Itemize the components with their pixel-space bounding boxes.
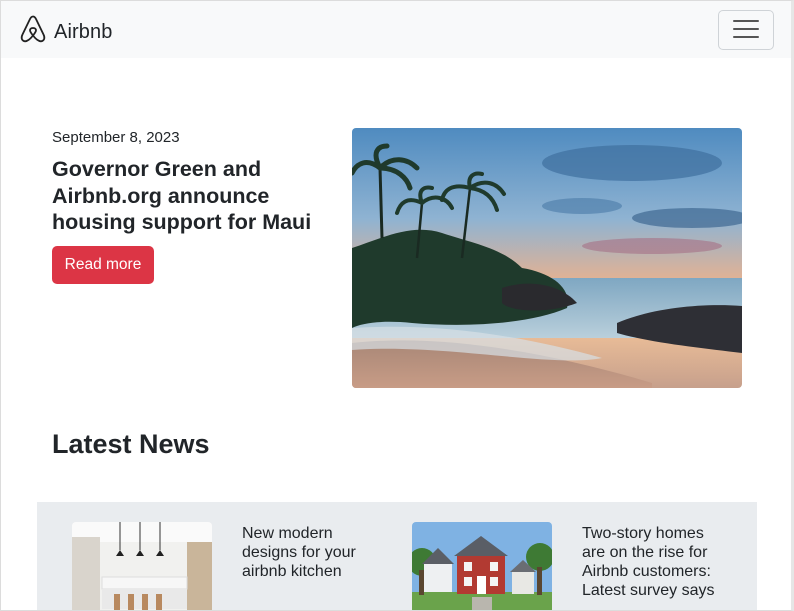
brand-name: Airbnb	[54, 21, 113, 43]
news-thumbnail-kitchen	[72, 522, 212, 610]
page-frame: Airbnb September 8, 2023 Governor Green …	[0, 0, 794, 611]
menu-toggle-button[interactable]	[718, 10, 774, 50]
news-title-two-story[interactable]: Two-story homes are on the rise for Airb…	[582, 524, 722, 600]
airbnb-logo-icon	[19, 15, 47, 50]
hamburger-menu-icon	[732, 18, 760, 43]
navbar: Airbnb	[1, 1, 791, 58]
hero-title: Governor Green and Airbnb.org announce h…	[52, 157, 312, 234]
news-thumbnail-house	[412, 522, 552, 610]
read-more-button[interactable]: Read more	[52, 246, 154, 284]
hero-image	[352, 128, 742, 388]
news-item-kitchen[interactable]: New modern designs for your airbnb kitch…	[72, 522, 356, 610]
brand-link[interactable]: Airbnb	[19, 15, 112, 50]
latest-news-heading: Latest News	[52, 429, 210, 459]
news-title-kitchen[interactable]: New modern designs for your airbnb kitch…	[242, 524, 382, 581]
hero-date: September 8, 2023	[52, 129, 180, 146]
news-item-two-story[interactable]: Two-story homes are on the rise for Airb…	[412, 522, 715, 610]
latest-news-list: New modern designs for your airbnb kitch…	[37, 502, 757, 610]
